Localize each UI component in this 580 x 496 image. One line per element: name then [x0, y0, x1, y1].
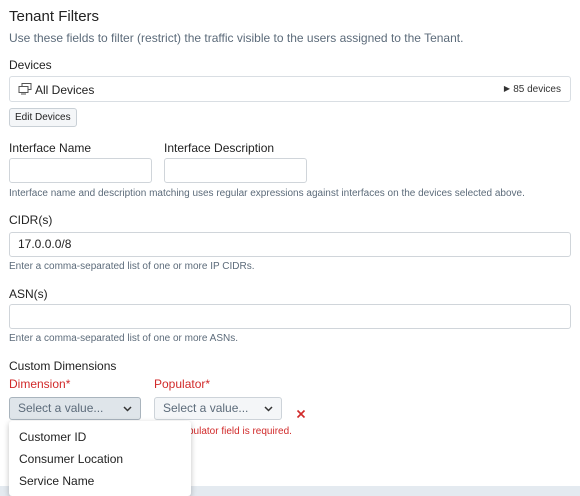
dimension-dropdown-menu: Customer ID Consumer Location Service Na…	[9, 421, 191, 496]
dropdown-option-service-name[interactable]: Service Name	[19, 474, 94, 488]
asn-help-text: Enter a comma-separated list of one or m…	[9, 333, 238, 344]
devices-count: 85 devices	[513, 84, 561, 95]
dimension-select[interactable]: Select a value...	[9, 397, 141, 420]
expand-caret-icon[interactable]: ▶	[504, 84, 510, 93]
dimension-select-value: Select a value...	[18, 401, 104, 415]
page-title: Tenant Filters	[9, 8, 100, 25]
populator-label: Populator*	[154, 377, 211, 391]
interface-help-text: Interface name and description matching …	[9, 188, 525, 199]
interface-name-input[interactable]	[9, 158, 152, 183]
dropdown-option-consumer-location[interactable]: Consumer Location	[19, 452, 123, 466]
chevron-down-icon	[264, 406, 273, 412]
page-subtitle: Use these fields to filter (restrict) th…	[9, 31, 464, 45]
populator-select-value: Select a value...	[163, 401, 249, 415]
devices-label: Devices	[9, 58, 52, 72]
cidr-input[interactable]: 17.0.0.0/8	[9, 232, 571, 257]
cidr-label: CIDR(s)	[9, 213, 53, 227]
custom-dimensions-label: Custom Dimensions	[9, 359, 117, 373]
populator-select[interactable]: Select a value...	[154, 397, 282, 420]
devices-summary[interactable]: All Devices ▶ 85 devices	[9, 76, 571, 102]
interface-description-label: Interface Description	[164, 141, 275, 155]
edit-devices-button[interactable]: Edit Devices	[9, 108, 77, 127]
asn-label: ASN(s)	[9, 287, 48, 301]
populator-error-text: pulator field is required.	[188, 426, 292, 437]
interface-name-label: Interface Name	[9, 141, 92, 155]
close-icon[interactable]	[296, 409, 306, 419]
devices-icon	[18, 83, 32, 95]
dimension-label: Dimension*	[9, 377, 71, 391]
cidr-help-text: Enter a comma-separated list of one or m…	[9, 261, 255, 272]
chevron-down-icon	[123, 406, 132, 412]
asn-input[interactable]	[9, 304, 571, 329]
dropdown-option-customer-id[interactable]: Customer ID	[19, 430, 86, 444]
devices-selection: All Devices	[35, 83, 95, 97]
interface-description-input[interactable]	[164, 158, 307, 183]
